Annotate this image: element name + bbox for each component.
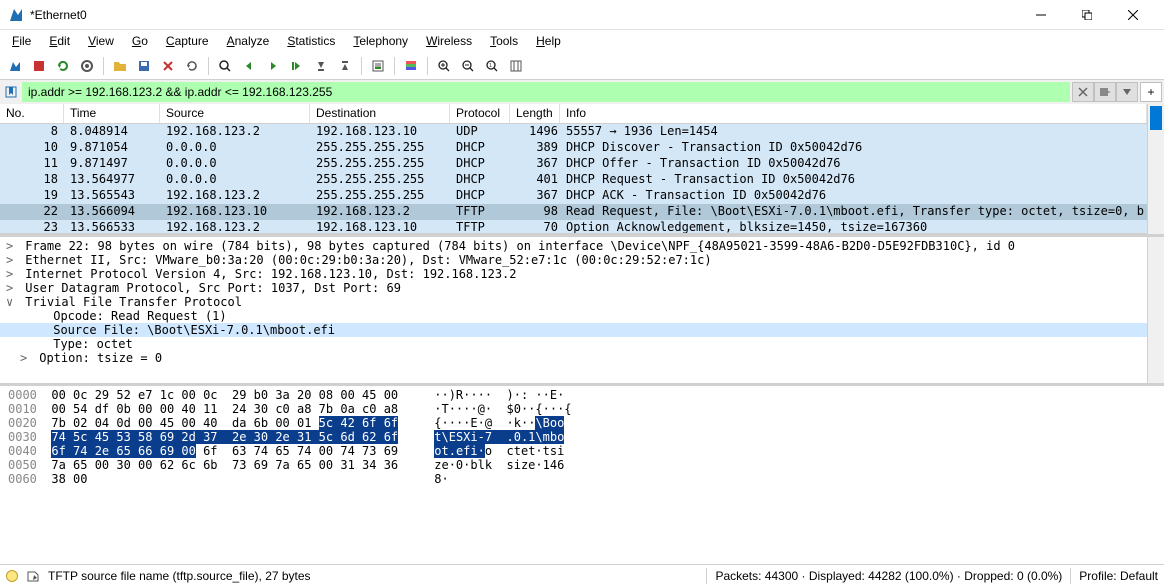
column-time[interactable]: Time — [64, 104, 160, 123]
packet-list-scrollbar[interactable] — [1147, 104, 1164, 234]
column-destination[interactable]: Destination — [310, 104, 450, 123]
expert-info-icon[interactable] — [6, 570, 18, 582]
packet-bytes-pane[interactable]: 0000 00 0c 29 52 e7 1c 00 0c 29 b0 3a 20… — [0, 386, 1164, 564]
menu-edit[interactable]: Edit — [41, 32, 78, 50]
close-file-button[interactable] — [157, 55, 179, 77]
menu-wireless[interactable]: Wireless — [418, 32, 480, 50]
status-bar: TFTP source file name (tftp.source_file)… — [0, 564, 1164, 586]
packet-list-header[interactable]: No.TimeSourceDestinationProtocolLengthIn… — [0, 104, 1147, 124]
tree-toggle-icon[interactable]: ∨ — [6, 295, 18, 309]
tree-line[interactable]: > Internet Protocol Version 4, Src: 192.… — [0, 267, 1147, 281]
status-field-info: TFTP source file name (tftp.source_file)… — [48, 569, 698, 583]
tree-toggle-icon[interactable]: > — [20, 351, 32, 365]
stop-capture-button[interactable] — [28, 55, 50, 77]
packet-row[interactable]: 1813.5649770.0.0.0255.255.255.255DHCP401… — [0, 172, 1147, 188]
tree-line[interactable]: > Option: tsize = 0 — [0, 351, 1147, 365]
packet-list-pane[interactable]: No.TimeSourceDestinationProtocolLengthIn… — [0, 104, 1164, 237]
column-source[interactable]: Source — [160, 104, 310, 123]
restart-capture-button[interactable] — [52, 55, 74, 77]
filter-apply-button[interactable] — [1094, 82, 1116, 102]
horizontal-scrollbar[interactable] — [0, 233, 1147, 234]
column-protocol[interactable]: Protocol — [450, 104, 510, 123]
packet-row[interactable]: 1913.565543192.168.123.2255.255.255.255D… — [0, 188, 1147, 204]
capture-options-button[interactable] — [76, 55, 98, 77]
tree-line[interactable]: > Frame 22: 98 bytes on wire (784 bits),… — [0, 239, 1147, 253]
tree-line[interactable]: > Ethernet II, Src: VMware_b0:3a:20 (00:… — [0, 253, 1147, 267]
edit-note-icon[interactable] — [26, 569, 40, 583]
filter-bar: + — [0, 80, 1164, 104]
zoom-reset-button[interactable]: 1 — [481, 55, 503, 77]
tree-line[interactable]: ∨ Trivial File Transfer Protocol — [0, 295, 1147, 309]
resize-columns-button[interactable] — [505, 55, 527, 77]
menu-bar: FileEditViewGoCaptureAnalyzeStatisticsTe… — [0, 30, 1164, 52]
save-file-button[interactable] — [133, 55, 155, 77]
window-title: *Ethernet0 — [30, 8, 1018, 22]
zoom-in-button[interactable] — [433, 55, 455, 77]
open-file-button[interactable] — [109, 55, 131, 77]
svg-text:1: 1 — [489, 63, 492, 69]
colorize-button[interactable] — [400, 55, 422, 77]
packet-details-pane[interactable]: > Frame 22: 98 bytes on wire (784 bits),… — [0, 237, 1164, 386]
tree-toggle-icon[interactable]: > — [6, 253, 18, 267]
display-filter-input[interactable] — [22, 82, 1070, 102]
find-packet-button[interactable] — [214, 55, 236, 77]
auto-scroll-button[interactable] — [367, 55, 389, 77]
details-scrollbar[interactable] — [1147, 237, 1164, 383]
menu-telephony[interactable]: Telephony — [345, 32, 416, 50]
tree-toggle-icon[interactable]: > — [6, 281, 18, 295]
go-to-packet-button[interactable] — [286, 55, 308, 77]
filter-bookmark-button[interactable] — [2, 83, 20, 101]
filter-clear-button[interactable] — [1072, 82, 1094, 102]
tree-line[interactable]: Type: octet — [0, 337, 1147, 351]
tree-line[interactable]: Opcode: Read Request (1) — [0, 309, 1147, 323]
tree-line[interactable]: > User Datagram Protocol, Src Port: 1037… — [0, 281, 1147, 295]
go-back-button[interactable] — [238, 55, 260, 77]
menu-analyze[interactable]: Analyze — [219, 32, 278, 50]
tree-toggle-icon[interactable]: > — [6, 267, 18, 281]
close-button[interactable] — [1110, 0, 1156, 30]
go-first-button[interactable] — [310, 55, 332, 77]
menu-go[interactable]: Go — [124, 32, 156, 50]
start-capture-button[interactable] — [4, 55, 26, 77]
filter-add-button[interactable]: + — [1140, 82, 1162, 102]
packet-row[interactable]: 88.048914192.168.123.2192.168.123.10UDP1… — [0, 124, 1147, 140]
tree-line[interactable]: Source File: \Boot\ESXi-7.0.1\mboot.efi — [0, 323, 1147, 337]
zoom-out-button[interactable] — [457, 55, 479, 77]
column-no[interactable]: No. — [0, 104, 64, 123]
go-forward-button[interactable] — [262, 55, 284, 77]
tree-toggle-icon[interactable]: > — [6, 239, 18, 253]
go-last-button[interactable] — [334, 55, 356, 77]
menu-file[interactable]: File — [4, 32, 39, 50]
packet-row[interactable]: 119.8714970.0.0.0255.255.255.255DHCP367D… — [0, 156, 1147, 172]
menu-help[interactable]: Help — [528, 32, 569, 50]
menu-statistics[interactable]: Statistics — [279, 32, 343, 50]
maximize-button[interactable] — [1064, 0, 1110, 30]
filter-dropdown-button[interactable] — [1116, 82, 1138, 102]
status-profile[interactable]: Profile: Default — [1079, 569, 1158, 583]
toolbar: 1 — [0, 52, 1164, 80]
menu-tools[interactable]: Tools — [482, 32, 526, 50]
column-length[interactable]: Length — [510, 104, 560, 123]
wireshark-icon — [8, 7, 24, 23]
menu-view[interactable]: View — [80, 32, 122, 50]
packet-row[interactable]: 2313.566533192.168.123.2192.168.123.10TF… — [0, 220, 1147, 233]
column-info[interactable]: Info — [560, 104, 1147, 123]
status-packet-counts: Packets: 44300 · Displayed: 44282 (100.0… — [715, 569, 1062, 583]
reload-button[interactable] — [181, 55, 203, 77]
title-bar: *Ethernet0 — [0, 0, 1164, 30]
packet-row[interactable]: 2213.566094192.168.123.10192.168.123.2TF… — [0, 204, 1147, 220]
minimize-button[interactable] — [1018, 0, 1064, 30]
packet-row[interactable]: 109.8710540.0.0.0255.255.255.255DHCP389D… — [0, 140, 1147, 156]
menu-capture[interactable]: Capture — [158, 32, 217, 50]
